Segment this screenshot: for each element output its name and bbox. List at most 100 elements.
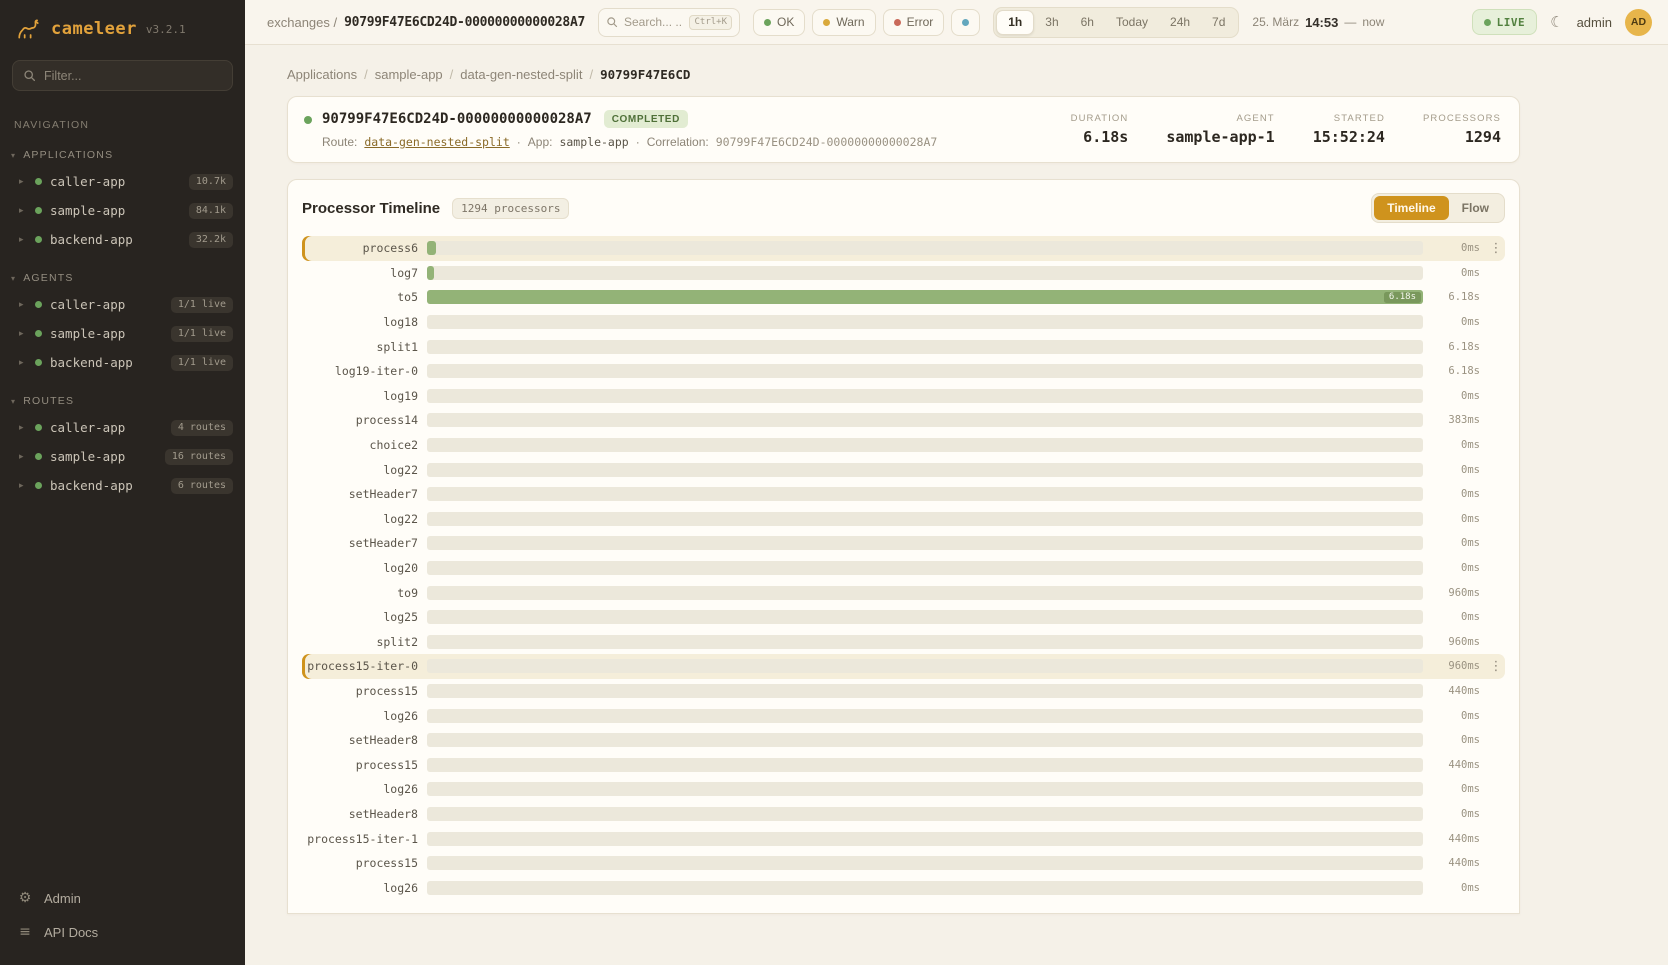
live-toggle[interactable]: LIVE [1472, 9, 1538, 35]
exchange-stats: DURATION6.18sAGENTsample-app-1STARTED15:… [1071, 113, 1501, 146]
sidebar-item-backend-app[interactable]: ▸backend-app1/1 live [0, 348, 245, 377]
duration-label: 440ms [1432, 759, 1480, 771]
sidebar-item-admin[interactable]: ⚙ Admin [0, 881, 245, 915]
navigation-label: NAVIGATION [0, 101, 245, 131]
timeline-row-process6[interactable]: process60ms⋮ [302, 236, 1505, 261]
timeline-track [427, 881, 1423, 895]
sidebar-item-api-docs[interactable]: ≡ API Docs [0, 915, 245, 949]
timeline-row-setHeader8[interactable]: setHeader80ms⋮ [302, 728, 1505, 753]
sidebar-item-sample-app[interactable]: ▸sample-app84.1k [0, 196, 245, 225]
breadcrumb-sample-app[interactable]: sample-app [375, 67, 443, 82]
timeline-row-split1[interactable]: split16.18s⋮ [302, 334, 1505, 359]
timeline-row-log26[interactable]: log260ms⋮ [302, 703, 1505, 728]
timeline-track [427, 389, 1423, 403]
sidebar-filter[interactable] [12, 60, 233, 91]
timeline-row-log19[interactable]: log190ms⋮ [302, 384, 1505, 409]
row-menu-icon[interactable]: ⋮ [1489, 659, 1503, 674]
timeline-row-process15[interactable]: process15440ms⋮ [302, 851, 1505, 876]
time-range-display[interactable]: 25. März 14:53 — now [1252, 15, 1384, 30]
timeline-track [427, 364, 1423, 378]
sidebar-filter-input[interactable] [44, 69, 222, 83]
timeline-row-to9[interactable]: to9960ms⋮ [302, 580, 1505, 605]
range-button-6h[interactable]: 6h [1070, 10, 1105, 35]
timeline-track [427, 463, 1423, 477]
item-badge: 1/1 live [171, 326, 233, 342]
section-collapse-icon: ▾ [11, 151, 16, 160]
timeline-row-setHeader7[interactable]: setHeader70ms⋮ [302, 531, 1505, 556]
timeline-row-setHeader7[interactable]: setHeader70ms⋮ [302, 482, 1505, 507]
range-button-7d[interactable]: 7d [1201, 10, 1236, 35]
filter-chip-ok[interactable]: OK [753, 9, 805, 36]
processor-name: log22 [306, 512, 418, 526]
topbar: exchanges / 90799F47E6CD24D-000000000000… [245, 0, 1668, 45]
processor-name: process15 [306, 758, 418, 772]
route-link[interactable]: data-gen-nested-split [364, 135, 509, 149]
timeline-row-log19-iter-0[interactable]: log19-iter-06.18s⋮ [302, 359, 1505, 384]
sidebar-section-header-applications[interactable]: ▾APPLICATIONS [0, 145, 245, 167]
status-dot [35, 424, 42, 431]
timeline-track [427, 856, 1423, 870]
breadcrumb-applications[interactable]: Applications [287, 67, 357, 82]
search-shortcut-kbd: Ctrl+K [689, 15, 732, 30]
sidebar-item-backend-app[interactable]: ▸backend-app6 routes [0, 471, 245, 500]
sidebar-section-header-routes[interactable]: ▾ROUTES [0, 391, 245, 413]
sidebar-item-sample-app[interactable]: ▸sample-app1/1 live [0, 319, 245, 348]
timeline-row-to5[interactable]: to56.18s6.18s⋮ [302, 285, 1505, 310]
exchange-summary-left: 90799F47E6CD24D-00000000000028A7 COMPLET… [304, 110, 937, 149]
sidebar-section-header-agents[interactable]: ▾AGENTS [0, 268, 245, 290]
timeline-row-process14[interactable]: process14383ms⋮ [302, 408, 1505, 433]
duration-label: 0ms [1432, 808, 1480, 820]
timeline-track [427, 315, 1423, 329]
breadcrumb-data-gen-nested-split[interactable]: data-gen-nested-split [460, 67, 582, 82]
range-button-3h[interactable]: 3h [1034, 10, 1069, 35]
timeline-row-log7[interactable]: log70ms⋮ [302, 261, 1505, 286]
breadcrumb-separator: / [450, 67, 454, 82]
live-label: LIVE [1497, 16, 1526, 29]
breadcrumb-separator: / [364, 67, 368, 82]
timeline-row-log26[interactable]: log260ms⋮ [302, 777, 1505, 802]
app-logo[interactable]: cameleer v3.2.1 [0, 0, 245, 52]
timeline-row-log18[interactable]: log180ms⋮ [302, 310, 1505, 335]
timeline-row-log25[interactable]: log250ms⋮ [302, 605, 1505, 630]
filter-chip-custom[interactable] [951, 9, 980, 36]
timeline-bar [427, 266, 434, 280]
filter-chip-warn[interactable]: Warn [812, 9, 875, 36]
camel-logo-icon [16, 16, 42, 42]
exchange-status-dot [304, 116, 312, 124]
status-dot [35, 207, 42, 214]
sidebar-item-sample-app[interactable]: ▸sample-app16 routes [0, 442, 245, 471]
timeline-row-process15[interactable]: process15440ms⋮ [302, 679, 1505, 704]
sidebar-item-backend-app[interactable]: ▸backend-app32.2k [0, 225, 245, 254]
processor-name: log19-iter-0 [306, 364, 418, 378]
view-button-flow[interactable]: Flow [1449, 196, 1502, 220]
sidebar-item-caller-app[interactable]: ▸caller-app4 routes [0, 413, 245, 442]
user-avatar[interactable]: AD [1625, 9, 1652, 36]
range-button-1h[interactable]: 1h [996, 10, 1034, 35]
range-button-today[interactable]: Today [1105, 10, 1159, 35]
status-dot [962, 19, 969, 26]
row-menu-icon[interactable]: ⋮ [1489, 241, 1503, 256]
global-search[interactable]: Search... ... Ctrl+K [598, 8, 740, 37]
timeline-row-process15-iter-0[interactable]: process15-iter-0960ms⋮ [302, 654, 1505, 679]
duration-label: 383ms [1432, 414, 1480, 426]
timeline-row-setHeader8[interactable]: setHeader80ms⋮ [302, 802, 1505, 827]
app-version: v3.2.1 [146, 23, 186, 36]
view-button-timeline[interactable]: Timeline [1374, 196, 1448, 220]
range-button-24h[interactable]: 24h [1159, 10, 1201, 35]
timeline-row-log22[interactable]: log220ms⋮ [302, 457, 1505, 482]
timeline-row-log20[interactable]: log200ms⋮ [302, 556, 1505, 581]
processor-name: process15 [306, 856, 418, 870]
timeline-row-log22[interactable]: log220ms⋮ [302, 507, 1505, 532]
duration-label: 960ms [1432, 636, 1480, 648]
timeline-row-process15-iter-1[interactable]: process15-iter-1440ms⋮ [302, 826, 1505, 851]
sidebar-item-caller-app[interactable]: ▸caller-app1/1 live [0, 290, 245, 319]
timeline-row-log26[interactable]: log260ms⋮ [302, 875, 1505, 900]
timeline-rows: process60ms⋮log70ms⋮to56.18s6.18s⋮log180… [302, 236, 1505, 900]
topbar-breadcrumb-exchanges[interactable]: exchanges / [267, 15, 337, 30]
timeline-row-process15[interactable]: process15440ms⋮ [302, 752, 1505, 777]
timeline-row-choice2[interactable]: choice20ms⋮ [302, 433, 1505, 458]
sidebar-item-caller-app[interactable]: ▸caller-app10.7k [0, 167, 245, 196]
filter-chip-error[interactable]: Error [883, 9, 945, 36]
dark-mode-toggle-icon[interactable]: ☾ [1550, 13, 1563, 31]
timeline-row-split2[interactable]: split2960ms⋮ [302, 630, 1505, 655]
